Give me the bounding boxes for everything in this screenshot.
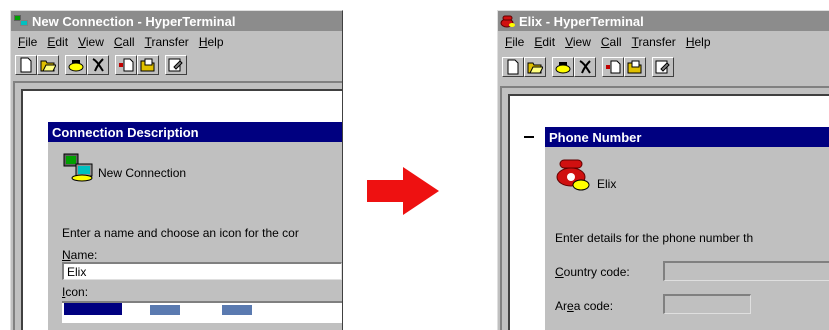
menu-edit[interactable]: Edit [534,35,555,49]
disconnect-button[interactable] [574,57,596,77]
open-button[interactable] [524,57,546,77]
name-input-value: Elix [67,265,87,279]
connect-icon [555,62,571,74]
icon-list[interactable] [62,301,342,323]
receive-button[interactable] [137,55,159,75]
area-code-label: Area code: [555,299,614,313]
connect-button[interactable] [65,55,87,75]
properties-icon [168,58,183,72]
area-code-input[interactable] [663,294,751,314]
hyperterminal-window-new-connection: New Connection - HyperTerminal File Edit… [10,10,343,330]
right-arrow-icon [367,167,439,215]
instruction-text: Enter a name and choose an icon for the … [62,226,299,240]
terminal-screen: Connection Description New Connection En… [21,89,342,330]
connect-button[interactable] [552,57,574,77]
menu-bar: File Edit View Call Transfer Help [11,31,342,52]
instruction-text: Enter details for the phone number th [555,231,754,245]
terminal-area[interactable]: Connection Description New Connection En… [13,81,342,330]
title-bar[interactable]: New Connection - HyperTerminal [11,11,342,31]
properties-button[interactable] [652,57,674,77]
new-button[interactable] [502,57,524,77]
menu-view[interactable]: View [565,35,591,49]
toolbar [498,52,829,82]
selected-icon-item[interactable] [64,303,122,315]
disconnect-icon [579,60,591,74]
terminal-screen: Phone Number Elix Enter details for the … [508,94,829,330]
new-connection-icon [63,153,93,182]
new-button[interactable] [15,55,37,75]
menu-transfer[interactable]: Transfer [145,35,189,49]
dialog-title[interactable]: Phone Number [545,127,829,147]
new-icon [20,57,32,73]
menu-call[interactable]: Call [601,35,622,49]
disconnect-button[interactable] [87,55,109,75]
elix-phone-icon [556,159,590,191]
hyperterminal-icon [14,15,28,26]
receive-icon [140,58,155,72]
open-icon [40,60,56,72]
name-input[interactable]: Elix [62,262,342,280]
menu-call[interactable]: Call [114,35,135,49]
menu-edit[interactable]: Edit [47,35,68,49]
menu-help[interactable]: Help [686,35,711,49]
icon-item[interactable] [150,305,180,315]
country-code-label: Country code: [555,265,630,279]
send-button[interactable] [602,57,624,77]
phone-number-dialog: Phone Number Elix Enter details for the … [544,126,829,330]
connection-name: New Connection [98,166,187,180]
open-icon [527,62,543,74]
menu-bar: File Edit View Call Transfer Help [498,31,829,52]
country-code-select[interactable] [663,261,829,281]
properties-button[interactable] [165,55,187,75]
terminal-cursor [524,136,534,138]
icon-item[interactable] [222,305,252,315]
new-icon [507,59,519,75]
title-bar[interactable]: Elix - HyperTerminal [498,11,829,31]
receive-icon [627,60,642,74]
connection-name: Elix [597,177,617,191]
menu-file[interactable]: File [505,35,524,49]
menu-transfer[interactable]: Transfer [632,35,676,49]
hyperterminal-window-elix: Elix - HyperTerminal File Edit View Call… [497,10,829,330]
open-button[interactable] [37,55,59,75]
phone-icon [500,15,515,28]
terminal-area[interactable]: Phone Number Elix Enter details for the … [500,86,829,330]
menu-view[interactable]: View [78,35,104,49]
window-title: New Connection - HyperTerminal [32,13,236,29]
menu-help[interactable]: Help [199,35,224,49]
window-title: Elix - HyperTerminal [519,13,644,29]
properties-icon [655,60,670,74]
icon-label: Icon: [62,285,89,299]
send-button[interactable] [115,55,137,75]
send-icon [119,58,134,72]
menu-file[interactable]: File [18,35,37,49]
connection-description-dialog: Connection Description New Connection En… [47,121,342,330]
name-label: Name: [62,248,98,262]
disconnect-icon [92,58,104,72]
receive-button[interactable] [624,57,646,77]
send-icon [606,60,621,74]
connect-icon [68,60,84,72]
toolbar [11,52,342,78]
dialog-title[interactable]: Connection Description [48,122,342,142]
